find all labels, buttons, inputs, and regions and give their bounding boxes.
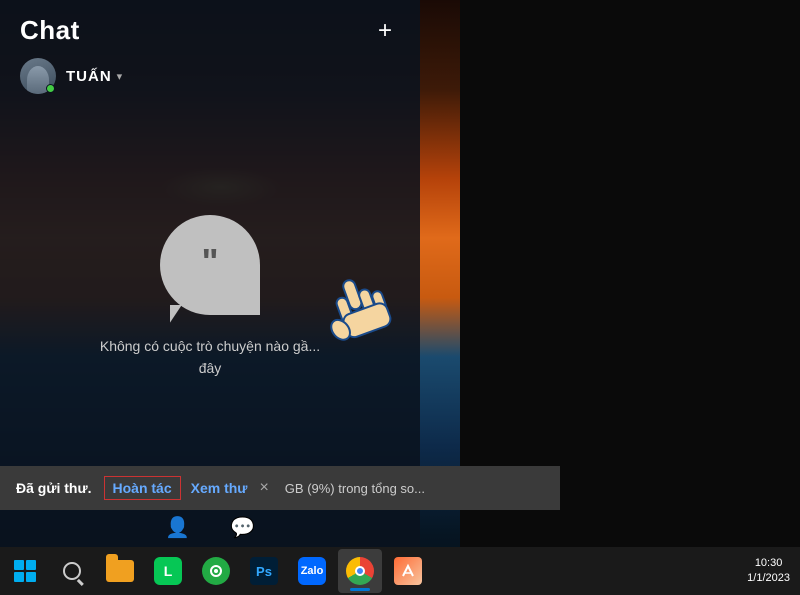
avatar-container[interactable] — [20, 58, 56, 94]
taskbar-apps: L Ps Zalo — [94, 549, 747, 593]
notification-bar: Đã gửi thư. Hoàn tác Xem thư × GB (9%) t… — [0, 466, 560, 510]
taskbar-groove[interactable] — [194, 549, 238, 593]
people-tab-icon[interactable]: 👤 — [165, 515, 190, 540]
taskbar-line[interactable]: L — [146, 549, 190, 593]
chat-panel: Chat + TUẤN ▾ " Không có cuộc trò chuyện… — [0, 0, 420, 490]
win-q2 — [26, 560, 36, 570]
empty-chat-text: Không có cuộc trò chuyện nào gầ... đây — [100, 335, 320, 380]
taskbar: L Ps Zalo — [0, 547, 800, 595]
new-conversation-button[interactable]: + — [370, 16, 400, 46]
folder-icon — [106, 560, 134, 582]
taskbar-right: 10:30 1/1/2023 — [747, 556, 800, 587]
chat-tab-icon[interactable]: 💬 — [230, 515, 255, 540]
start-button[interactable] — [0, 547, 50, 595]
notification-sent-label: Đã gửi thư. — [16, 480, 92, 496]
taskbar-date-display: 1/1/2023 — [747, 571, 790, 586]
taskbar-time-display: 10:30 — [747, 556, 790, 571]
taskbar-photoshop[interactable]: Ps — [242, 549, 286, 593]
chat-tabs-bar: 👤 💬 — [0, 507, 420, 547]
user-name[interactable]: TUẤN — [66, 68, 112, 85]
chrome-center — [355, 566, 365, 576]
empty-chat-line1: Không có cuộc trò chuyện nào gầ... — [100, 338, 320, 354]
hangouts-icon: " — [160, 215, 260, 315]
search-icon — [63, 562, 81, 580]
chrome-icon — [346, 557, 374, 585]
undo-button[interactable]: Hoàn tác — [104, 476, 181, 500]
taskbar-file-explorer[interactable] — [98, 549, 142, 593]
groove-icon — [202, 557, 230, 585]
windows-icon — [14, 560, 36, 582]
taskbar-clock[interactable]: 10:30 1/1/2023 — [747, 556, 790, 587]
chat-header: Chat + — [0, 0, 420, 54]
taskbar-zalo[interactable]: Zalo — [290, 549, 334, 593]
taskbar-search-button[interactable] — [50, 547, 94, 595]
empty-chat-line2: đây — [199, 360, 222, 376]
line-icon: L — [154, 557, 182, 585]
win-q3 — [14, 572, 24, 582]
taskbar-chrome[interactable] — [338, 549, 382, 593]
taskbar-paint[interactable] — [386, 549, 430, 593]
storage-text: GB (9%) trong tổng so... — [285, 481, 425, 496]
chat-bubble-icon: " — [201, 244, 218, 280]
notification-close-button[interactable]: × — [259, 479, 268, 497]
chat-title: Chat — [20, 15, 80, 46]
user-dropdown-icon[interactable]: ▾ — [117, 70, 123, 83]
active-indicator — [350, 588, 370, 591]
online-status-indicator — [46, 84, 55, 93]
view-email-button[interactable]: Xem thư — [191, 480, 248, 496]
zalo-icon: Zalo — [298, 557, 326, 585]
photoshop-icon: Ps — [250, 557, 278, 585]
paint-icon — [394, 557, 422, 585]
win-q4 — [26, 572, 36, 582]
chat-main-area: " Không có cuộc trò chuyện nào gầ... đây — [0, 104, 420, 490]
win-q1 — [14, 560, 24, 570]
user-row: TUẤN ▾ — [0, 54, 420, 104]
